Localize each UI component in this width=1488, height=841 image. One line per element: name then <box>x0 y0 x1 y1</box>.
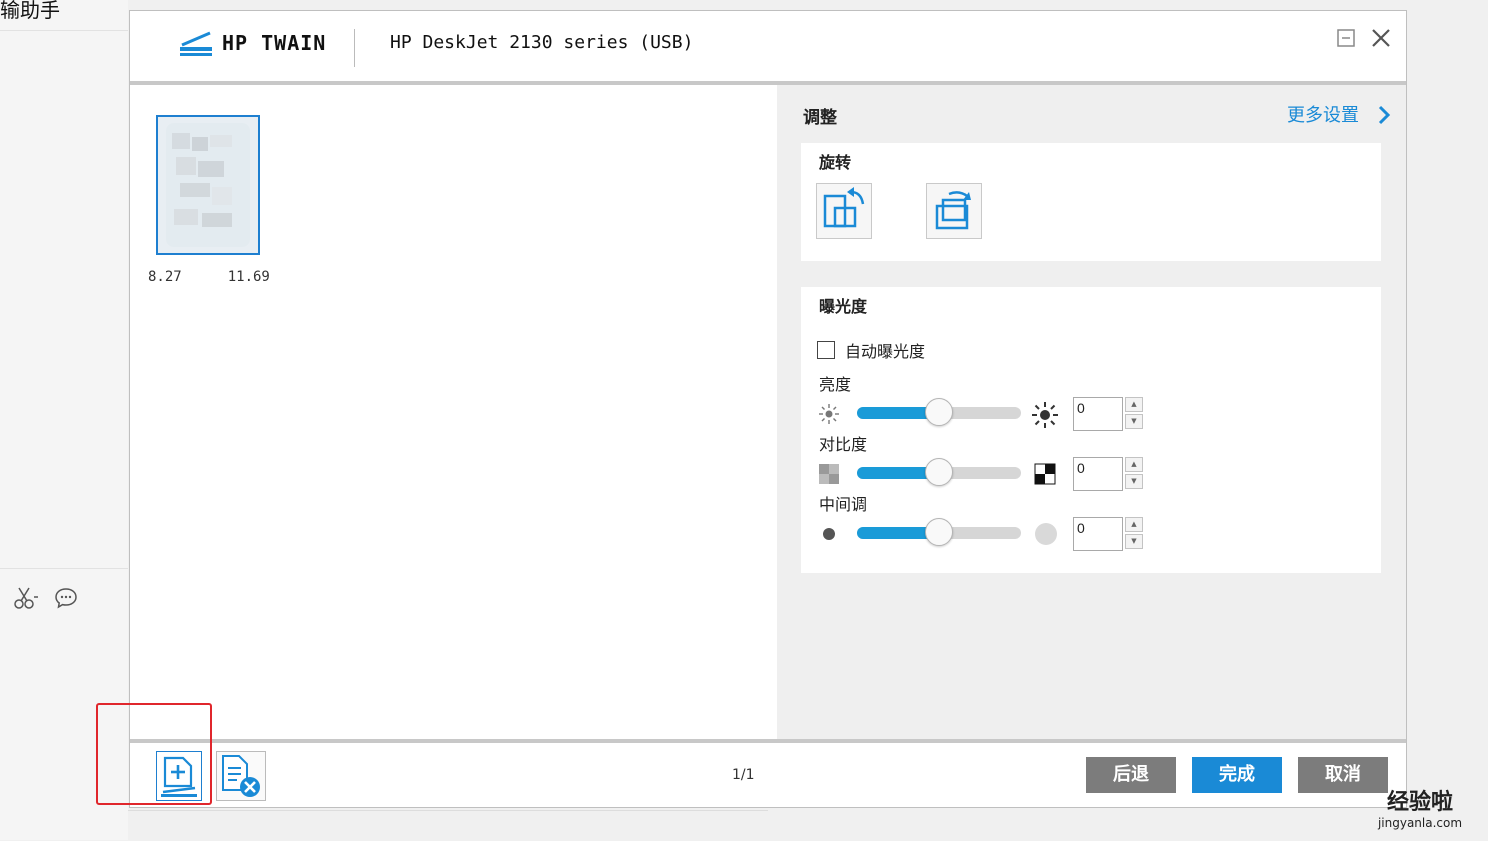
rotate-left-icon <box>823 187 865 228</box>
preview-panel: 8.27 11.69 <box>130 85 777 739</box>
back-button[interactable]: 后退 <box>1086 757 1176 793</box>
brightness-high-icon <box>1032 402 1058 428</box>
contrast-low-icon <box>819 464 839 484</box>
adjust-panel: 调整 更多设置 旋转 曝光度 自动曝光度 亮度 0 ▲ ▼ 对比度 0 ▲ ▼ … <box>777 85 1406 739</box>
dialog-header: HP TWAIN HP DeskJet 2130 series (USB) <box>130 11 1406 81</box>
divider <box>0 30 128 31</box>
page-size-label: 8.27 11.69 <box>148 269 270 285</box>
midtone-decrement-button[interactable]: ▼ <box>1125 534 1143 549</box>
page-width: 8.27 <box>148 269 182 285</box>
watermark: 经验啦 jingyanla.com <box>1360 784 1480 836</box>
more-settings-link[interactable]: 更多设置 <box>1287 101 1359 127</box>
contrast-slider-handle[interactable] <box>925 458 953 486</box>
brand-title: HP TWAIN <box>222 31 327 55</box>
midtone-dark-icon <box>823 528 835 540</box>
add-page-button[interactable] <box>156 751 202 801</box>
brightness-slider[interactable] <box>857 398 1021 426</box>
delete-page-icon <box>222 755 260 797</box>
background-app-title: 输助手 <box>0 0 60 22</box>
page-counter: 1/1 <box>732 767 755 783</box>
background-app-bottom <box>128 810 768 841</box>
rotate-left-button[interactable] <box>816 183 872 239</box>
chat-bubble-icon[interactable] <box>54 586 78 610</box>
header-divider <box>354 29 355 67</box>
brightness-slider-handle[interactable] <box>925 398 953 426</box>
background-app-panel: 输助手 <box>0 0 128 840</box>
midtone-increment-button[interactable]: ▲ <box>1125 517 1143 532</box>
midtone-label: 中间调 <box>819 495 868 514</box>
contrast-decrement-button[interactable]: ▼ <box>1125 474 1143 489</box>
contrast-slider[interactable] <box>857 458 1021 486</box>
watermark-url: jingyanla.com <box>1377 816 1463 830</box>
exposure-title: 曝光度 <box>819 297 868 316</box>
close-icon[interactable] <box>1368 25 1394 51</box>
contrast-label: 对比度 <box>819 435 868 454</box>
rotate-title: 旋转 <box>819 153 852 172</box>
delete-page-button[interactable] <box>216 751 266 801</box>
scissors-icon[interactable] <box>12 586 38 610</box>
watermark-text: 经验啦 <box>1386 790 1453 815</box>
rotate-right-icon <box>935 191 971 230</box>
dialog-footer: 1/1 后退 完成 取消 <box>130 743 1406 807</box>
midtone-value-input[interactable]: 0 <box>1073 517 1123 551</box>
contrast-increment-button[interactable]: ▲ <box>1125 457 1143 472</box>
divider <box>0 568 128 569</box>
device-name: HP DeskJet 2130 series (USB) <box>390 32 694 53</box>
midtone-slider-handle[interactable] <box>925 518 953 546</box>
auto-exposure-checkbox[interactable] <box>817 341 835 359</box>
page-height: 11.69 <box>227 269 270 285</box>
chevron-right-icon[interactable] <box>1377 104 1391 126</box>
exposure-section: 曝光度 自动曝光度 亮度 0 ▲ ▼ 对比度 0 ▲ ▼ 中间调 0 ▲ ▼ <box>801 287 1381 573</box>
brightness-increment-button[interactable]: ▲ <box>1125 397 1143 412</box>
scanner-icon <box>180 31 212 56</box>
rotate-section: 旋转 <box>801 143 1381 261</box>
midtone-light-icon <box>1035 523 1057 545</box>
brightness-low-icon <box>819 404 839 424</box>
auto-exposure-label: 自动曝光度 <box>845 342 926 361</box>
minimize-icon[interactable] <box>1336 27 1358 49</box>
brightness-decrement-button[interactable]: ▼ <box>1125 414 1143 429</box>
scan-dialog: HP TWAIN HP DeskJet 2130 series (USB) 8.… <box>129 10 1407 808</box>
add-page-icon <box>161 756 197 797</box>
brightness-label: 亮度 <box>819 375 852 394</box>
done-button[interactable]: 完成 <box>1192 757 1282 793</box>
contrast-value-input[interactable]: 0 <box>1073 457 1123 491</box>
adjust-title: 调整 <box>803 108 837 128</box>
page-thumbnail[interactable] <box>156 115 260 255</box>
brightness-value-input[interactable]: 0 <box>1073 397 1123 431</box>
midtone-slider[interactable] <box>857 518 1021 546</box>
contrast-high-icon <box>1034 463 1056 485</box>
thumbnail-image <box>166 123 250 247</box>
rotate-right-button[interactable] <box>926 183 982 239</box>
